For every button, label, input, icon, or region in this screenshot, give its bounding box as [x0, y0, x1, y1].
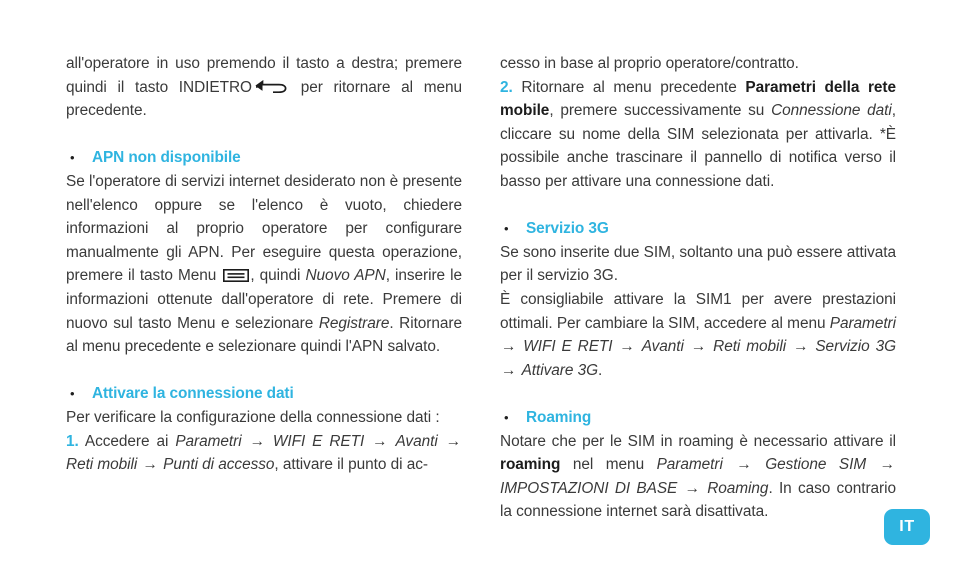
- section-roaming-body: Notare che per le SIM in roaming è neces…: [500, 430, 896, 524]
- apn-body-part2: , quindi: [250, 267, 306, 285]
- path-arrow-icon: →: [142, 456, 158, 474]
- language-badge[interactable]: IT: [884, 509, 930, 545]
- section-heading-roaming: • Roaming: [500, 406, 896, 430]
- 3g-path-1: WIFI E RETI: [523, 338, 613, 356]
- apn-menu-item-nuovo-apn: Nuovo APN: [305, 267, 386, 285]
- bullet-icon: •: [504, 221, 509, 237]
- step-1-path-4: Punti di accesso: [163, 456, 275, 474]
- roaming-body-part2: nel menu: [560, 456, 657, 474]
- left-column: all'operatore in uso premendo il tasto a…: [66, 52, 462, 524]
- step-1-path-0: Parametri: [175, 432, 242, 450]
- bullet-icon: •: [70, 150, 75, 166]
- path-arrow-icon: →: [879, 456, 895, 474]
- roaming-path-3: Roaming: [707, 479, 769, 497]
- path-arrow-icon: →: [372, 432, 388, 450]
- 3g-path-2: Avanti: [641, 338, 684, 356]
- two-column-body: all'operatore in uso premendo il tasto a…: [66, 52, 896, 524]
- section-heading-3g-label: Servizio 3G: [526, 220, 609, 238]
- bullet-icon: •: [70, 386, 75, 402]
- section-3g-body-2: È consigliabile attivare la SIM1 per ave…: [500, 288, 896, 382]
- section-heading-3g: • Servizio 3G: [500, 217, 896, 241]
- path-arrow-icon: →: [736, 456, 752, 474]
- attivare-step-1: 1. Accedere ai Parametri → WIFI E RETI →…: [66, 430, 462, 477]
- step-1-path-3: Reti mobili: [66, 456, 138, 474]
- section-3g-body-1: Se sono inserite due SIM, soltanto una p…: [500, 243, 896, 285]
- menu-icon: [223, 266, 250, 283]
- apn-body-paragraph: Se l'operatore di servizi internet desid…: [66, 170, 462, 359]
- step-2-text-middle: , premere successivamente su: [549, 102, 772, 120]
- step-2-text-before: Ritornare al menu precedente: [512, 78, 746, 96]
- step-1-text-after: , attivare il punto di ac-: [274, 456, 428, 474]
- roaming-path-0: Parametri: [656, 456, 723, 474]
- manual-page: all'operatore in uso premendo il tasto a…: [0, 0, 954, 565]
- apn-menu-item-registrare: Registrare: [318, 314, 390, 332]
- roaming-bold-term: roaming: [500, 456, 561, 474]
- path-arrow-icon: →: [619, 338, 635, 356]
- 3g-path-0: Parametri: [829, 314, 896, 332]
- continued-paragraph: all'operatore in uso premendo il tasto a…: [66, 52, 462, 123]
- path-arrow-icon: →: [249, 432, 265, 450]
- path-arrow-icon: →: [501, 338, 517, 356]
- section-3g-body-end: .: [598, 361, 603, 379]
- step-2-paragraph: 2. Ritornare al menu precedente Parametr…: [500, 76, 896, 194]
- step-1-path-2: Avanti: [395, 432, 438, 450]
- section-heading-apn: • APN non disponibile: [66, 146, 462, 170]
- step-2-menu-item-connessione-dati: Connessione dati: [771, 102, 892, 120]
- 3g-path-4: Servizio 3G: [815, 338, 897, 356]
- section-heading-attivare: • Attivare la connessione dati: [66, 382, 462, 406]
- right-column: cesso in base al proprio operatore/contr…: [500, 52, 896, 524]
- 3g-path-5: Attivare 3G: [521, 361, 599, 379]
- step-number-1: 1.: [66, 432, 79, 450]
- path-arrow-icon: →: [501, 361, 517, 379]
- path-arrow-icon: →: [684, 479, 700, 497]
- step-1-path-1: WIFI E RETI: [272, 432, 365, 450]
- back-arrow-icon: [254, 78, 288, 93]
- section-heading-attivare-label: Attivare la connessione dati: [92, 385, 294, 403]
- path-arrow-icon: →: [445, 432, 462, 450]
- step-number-2: 2.: [500, 78, 513, 96]
- section-heading-roaming-label: Roaming: [526, 408, 592, 426]
- roaming-body-part1: Notare che per le SIM in roaming è neces…: [500, 432, 896, 450]
- bullet-icon: •: [504, 409, 509, 425]
- path-arrow-icon: →: [793, 338, 809, 356]
- path-arrow-icon: →: [690, 338, 707, 356]
- roaming-path-1: Gestione SIM: [765, 456, 867, 474]
- section-heading-apn-label: APN non disponibile: [92, 149, 241, 167]
- step-1-text-before: Accedere ai: [78, 432, 176, 450]
- attivare-intro: Per verificare la configurazione della c…: [66, 408, 440, 426]
- right-continued-text: cesso in base al proprio operatore/contr…: [500, 55, 799, 72]
- 3g-path-3: Reti mobili: [713, 338, 787, 356]
- roaming-path-2: IMPOSTAZIONI DI BASE: [500, 479, 678, 497]
